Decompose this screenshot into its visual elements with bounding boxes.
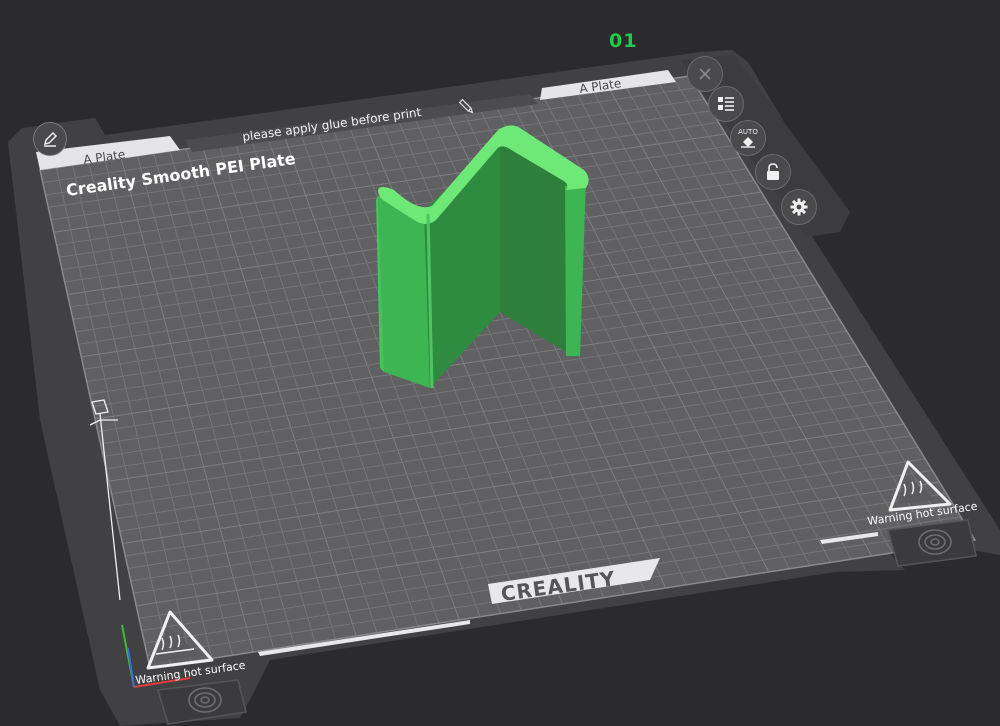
auto-label: AUTO bbox=[738, 128, 758, 136]
close-plate-button[interactable] bbox=[687, 56, 723, 92]
edit-plate-button[interactable] bbox=[33, 122, 67, 156]
plate-number: 01 bbox=[609, 30, 638, 52]
arrange-button[interactable] bbox=[708, 86, 744, 122]
auto-orient-button[interactable]: AUTO bbox=[730, 120, 766, 156]
lock-icon bbox=[767, 163, 779, 180]
lock-plate-button[interactable] bbox=[755, 154, 791, 190]
close-icon bbox=[699, 68, 711, 80]
arrange-icon bbox=[718, 97, 734, 111]
plate-settings-button[interactable] bbox=[781, 189, 817, 225]
auto-orient-icon bbox=[741, 137, 755, 148]
settings-icon bbox=[790, 198, 808, 216]
build-plate-scene[interactable]: A Plate A Plate please apply glue before… bbox=[0, 0, 1000, 726]
pencil-icon bbox=[43, 131, 58, 147]
